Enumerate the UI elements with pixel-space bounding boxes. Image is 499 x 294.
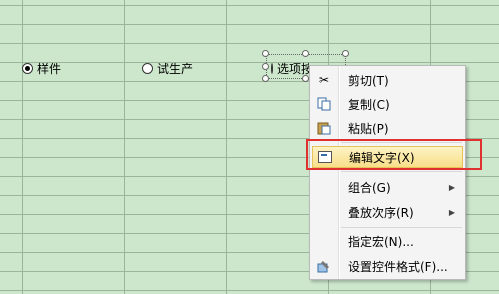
resize-handle[interactable] [302,50,309,57]
radio-label: 样件 [37,61,62,76]
context-menu: ✂ 剪切(T) 复制(C) 粘贴(P) 编辑文字(X) 组合(G) ▶ 叠放次序… [309,65,466,280]
menu-item-order[interactable]: 叠放次序(R) ▶ [312,201,463,223]
radio-option-sample[interactable]: 样件 [22,59,61,77]
scissors-icon: ✂ [318,73,330,87]
menu-item-cut[interactable]: ✂ 剪切(T) [312,69,463,91]
format-control-icon [316,258,332,274]
resize-handle[interactable] [262,75,269,82]
menu-item-copy[interactable]: 复制(C) [312,93,463,115]
menu-item-assign-macro[interactable]: 指定宏(N)... [312,230,463,252]
resize-handle[interactable] [262,63,269,70]
radio-button-icon[interactable] [22,62,33,74]
resize-handle[interactable] [342,50,349,57]
radio-label: 试生产 [157,61,194,76]
radio-button-icon[interactable] [142,62,153,74]
radio-option-trial-production[interactable]: 试生产 [142,59,193,77]
menu-item-group[interactable]: 组合(G) ▶ [312,176,463,198]
menu-item-format-control[interactable]: 设置控件格式(F)... [312,255,463,277]
annotation-highlight-box [306,139,482,170]
menu-separator [341,227,462,228]
resize-handle[interactable] [302,75,309,82]
chevron-right-icon: ▶ [448,207,455,217]
chevron-right-icon: ▶ [448,182,455,192]
menu-item-paste[interactable]: 粘贴(P) [312,117,463,139]
menu-separator [341,171,462,172]
copy-icon [316,96,332,112]
paste-icon [316,120,332,136]
resize-handle[interactable] [262,50,269,57]
